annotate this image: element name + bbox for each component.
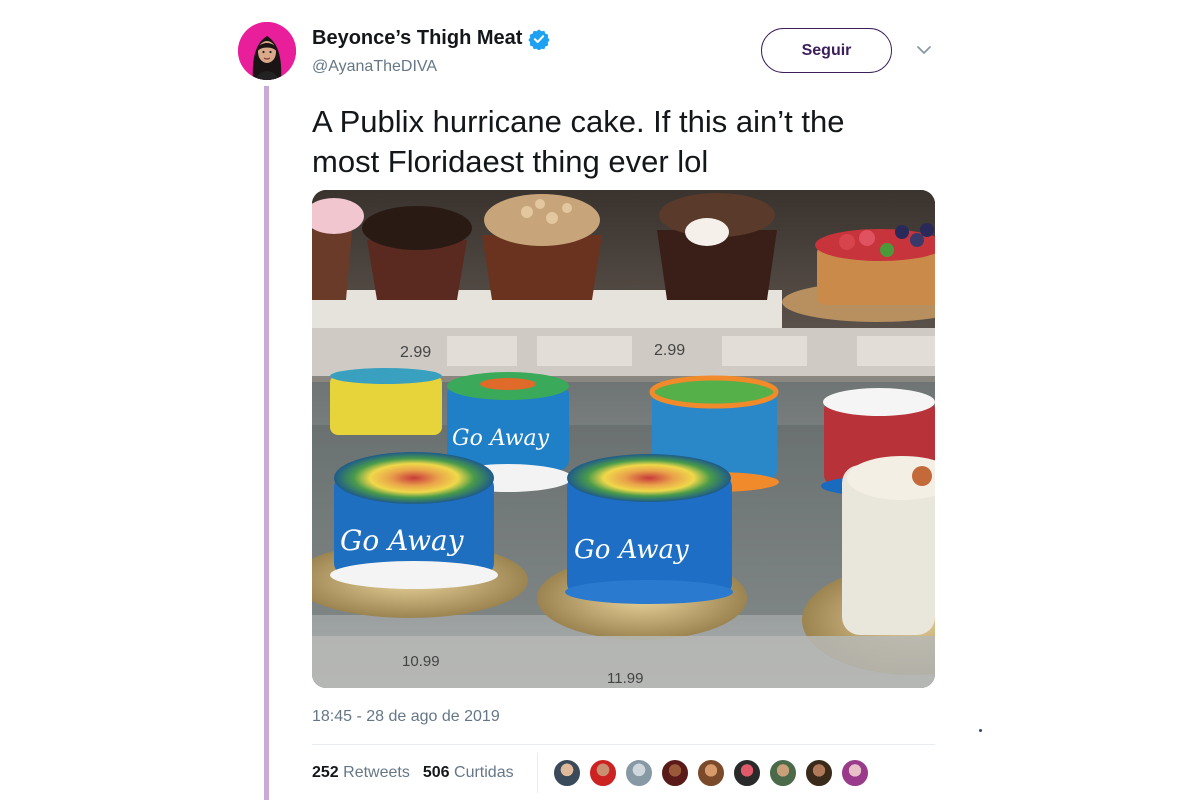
tweet-photo[interactable]: 2.99 2.99 Go Away Go Away Go Away 10.99 … bbox=[312, 190, 935, 688]
likes-stat[interactable]: 506 Curtidas bbox=[423, 764, 514, 782]
follow-button[interactable]: Seguir bbox=[761, 28, 892, 73]
retweets-label: Retweets bbox=[343, 764, 410, 781]
liker-avatar[interactable] bbox=[588, 758, 618, 788]
likes-label: Curtidas bbox=[454, 764, 514, 781]
liker-avatar[interactable] bbox=[660, 758, 690, 788]
divider bbox=[537, 753, 538, 793]
user-handle[interactable]: @AyanaTheDIVA bbox=[312, 58, 437, 76]
cake-writing: Go Away bbox=[574, 535, 689, 565]
liker-avatar[interactable] bbox=[840, 758, 870, 788]
cake-writing: Go Away bbox=[452, 426, 550, 451]
divider bbox=[312, 744, 935, 745]
tweet-text-line: most Floridaest thing ever lol bbox=[312, 144, 709, 179]
likes-count: 506 bbox=[422, 764, 450, 781]
liker-avatars bbox=[552, 758, 870, 788]
tweet-timestamp[interactable]: 18:45 - 28 de ago de 2019 bbox=[312, 708, 500, 726]
retweets-stat[interactable]: 252 Retweets bbox=[312, 764, 410, 782]
tweet-text: A Publix hurricane cake. If this ain’t t… bbox=[312, 102, 952, 182]
liker-avatar[interactable] bbox=[804, 758, 834, 788]
retweets-count: 252 bbox=[312, 764, 339, 781]
liker-avatar[interactable] bbox=[732, 758, 762, 788]
price-tag: 2.99 bbox=[654, 342, 685, 359]
verified-badge-icon bbox=[528, 28, 551, 50]
price-tag: 11.99 bbox=[607, 670, 643, 687]
price-tag: 10.99 bbox=[402, 653, 440, 670]
bakery-case-photo: 2.99 2.99 Go Away Go Away Go Away 10.99 … bbox=[312, 190, 935, 688]
thread-line bbox=[264, 86, 269, 800]
avatar-illustration bbox=[238, 22, 296, 80]
avatar[interactable] bbox=[238, 22, 296, 80]
hurricane-cake-center: Go Away bbox=[537, 454, 747, 640]
stray-dot bbox=[979, 729, 982, 732]
engagement-stats: 252 Retweets 506 Curtidas bbox=[312, 764, 514, 782]
liker-avatar[interactable] bbox=[768, 758, 798, 788]
cake-writing: Go Away bbox=[340, 524, 465, 557]
liker-avatar[interactable] bbox=[696, 758, 726, 788]
liker-avatar[interactable] bbox=[624, 758, 654, 788]
display-name[interactable]: Beyonce’s Thigh Meat bbox=[312, 27, 522, 50]
tweet-text-line: A Publix hurricane cake. If this ain’t t… bbox=[312, 104, 845, 139]
chevron-down-icon[interactable] bbox=[916, 44, 932, 56]
liker-avatar[interactable] bbox=[552, 758, 582, 788]
price-tag: 2.99 bbox=[400, 344, 431, 361]
